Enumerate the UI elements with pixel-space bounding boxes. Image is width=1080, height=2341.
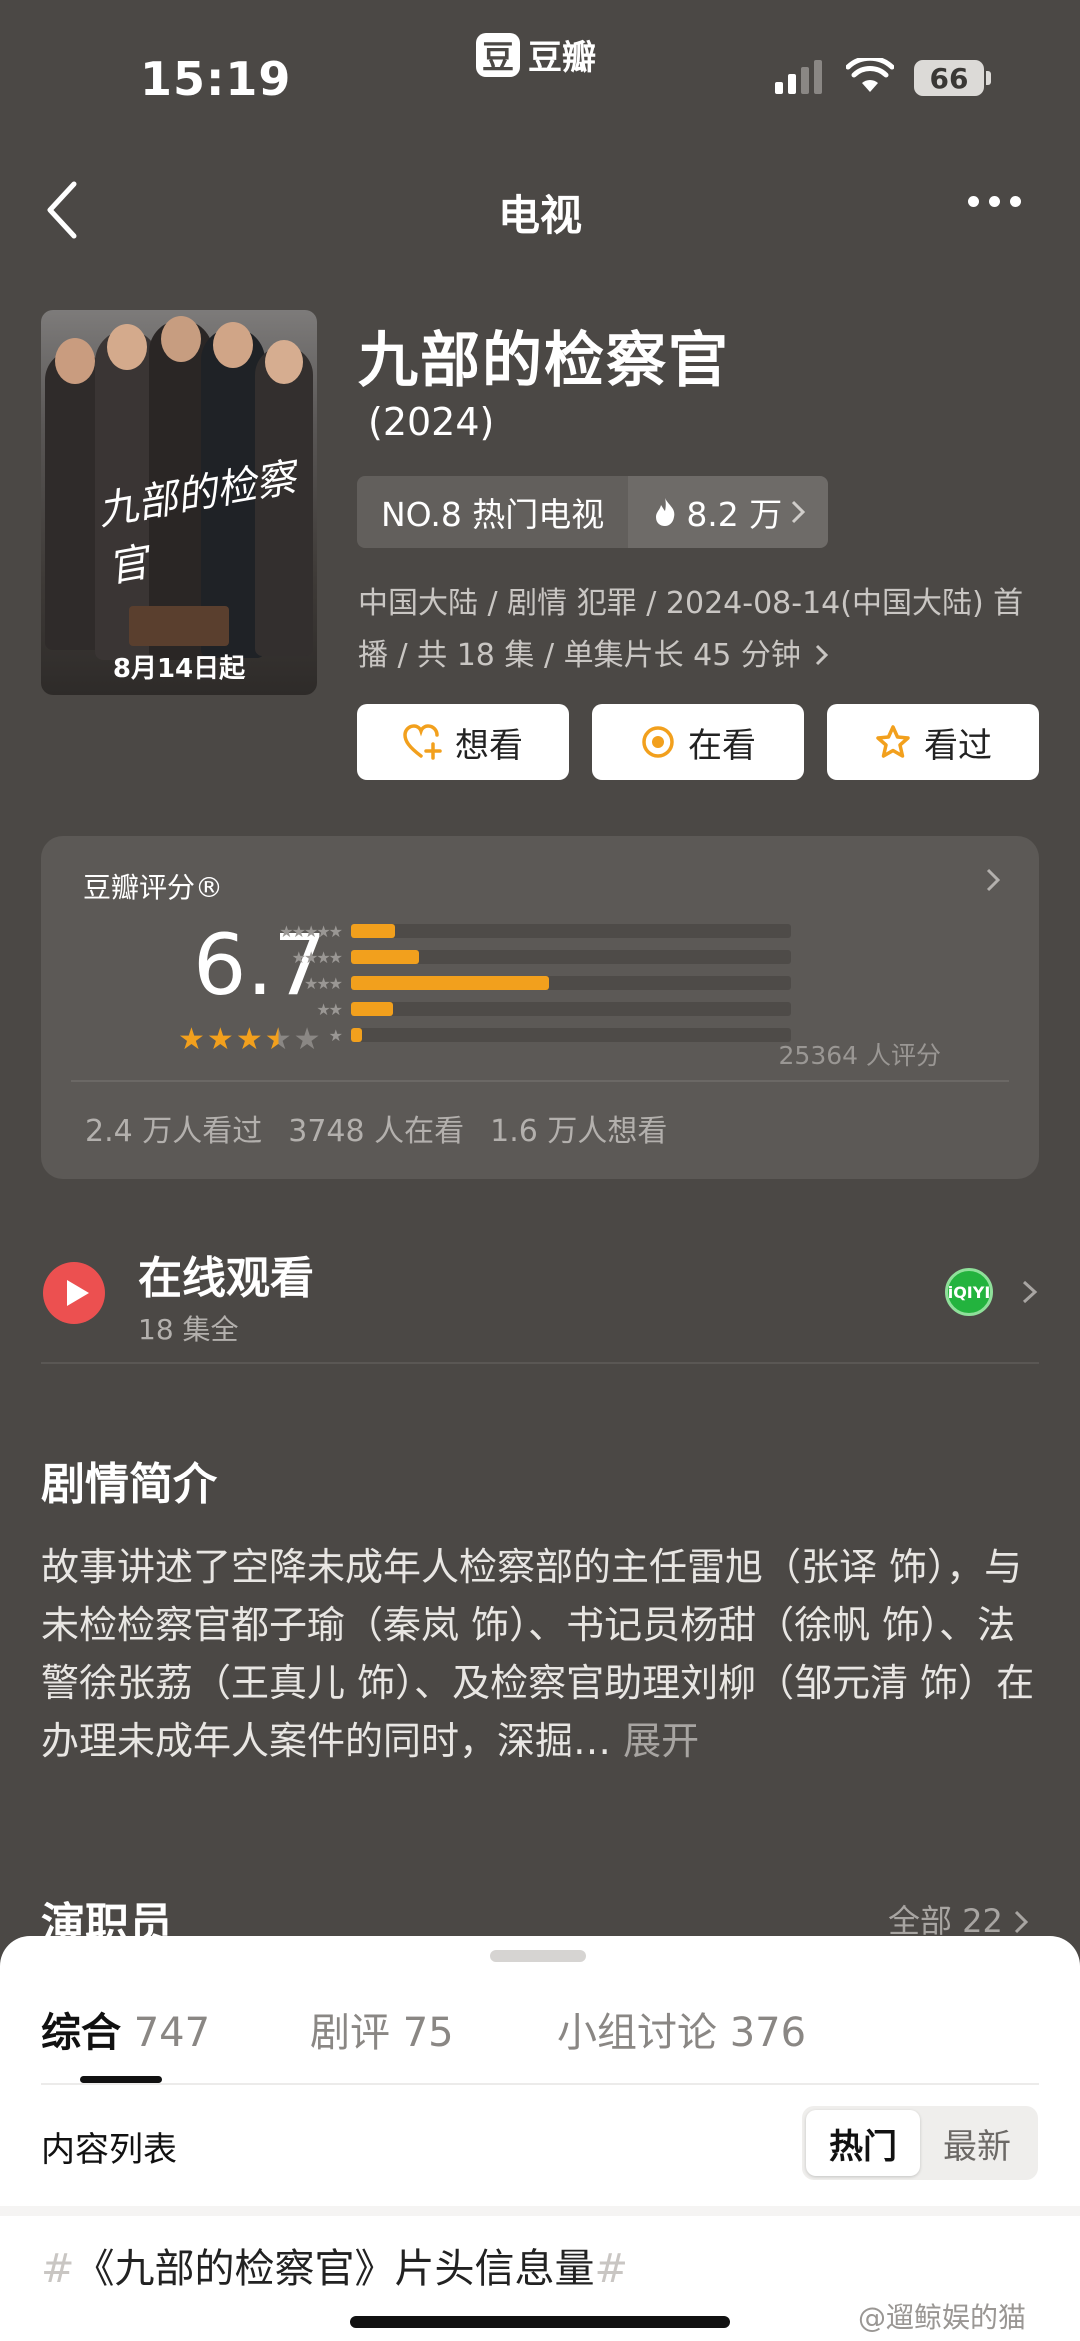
sheet-handle[interactable] bbox=[490, 1950, 586, 1962]
rating-bar-fill bbox=[351, 1002, 393, 1016]
poster-image[interactable]: 九部的检察官 8月14日起 bbox=[41, 310, 317, 695]
iqiyi-logo-icon[interactable]: iQIYI bbox=[945, 1268, 993, 1316]
rating-bar-track bbox=[351, 1002, 791, 1016]
sheet-divider bbox=[41, 2083, 1039, 2085]
rating-bar-fill bbox=[351, 1028, 362, 1042]
rank-badge[interactable]: NO.8 热门电视 8.2 万 bbox=[357, 476, 829, 548]
tab-group-discussion[interactable]: 小组讨论 376 bbox=[557, 2000, 806, 2058]
synopsis-title: 剧情简介 bbox=[41, 1459, 217, 1510]
rating-bar-stars-icon: ★ bbox=[328, 1025, 343, 1045]
cellular-signal-icon bbox=[775, 60, 822, 94]
expand-link[interactable]: 展开 bbox=[623, 1719, 699, 1763]
rating-bar-stars-icon: ★★★ bbox=[303, 973, 343, 993]
want-button[interactable]: 想看 bbox=[357, 704, 569, 780]
rating-total: 25364 人评分 bbox=[778, 1041, 941, 1070]
watched-count[interactable]: 2.4 万人看过 bbox=[85, 1106, 262, 1150]
more-options-icon[interactable] bbox=[968, 196, 1021, 207]
app-badge: 豆 豆瓣 bbox=[476, 30, 596, 79]
rating-bar-track bbox=[351, 1028, 791, 1042]
section-divider bbox=[41, 1362, 1039, 1364]
chevron-right-icon bbox=[816, 644, 829, 666]
rating-bar-fill bbox=[351, 950, 419, 964]
chevron-right-icon bbox=[1015, 1910, 1029, 1934]
app-name: 豆瓣 bbox=[528, 38, 596, 78]
watermark: @遛鲸娱的猫 bbox=[858, 2301, 1027, 2334]
rating-bar-stars-icon: ★★★★★ bbox=[279, 921, 343, 941]
sort-new-button[interactable]: 最新 bbox=[920, 2110, 1034, 2176]
rating-bar-fill bbox=[351, 924, 395, 938]
heat-indicator: 8.2 万 bbox=[628, 476, 829, 548]
target-icon bbox=[642, 726, 674, 758]
sort-toggle: 热门 最新 bbox=[802, 2106, 1038, 2180]
rating-bar-track bbox=[351, 976, 791, 990]
rating-bar-fill bbox=[351, 976, 549, 990]
status-time: 15:19 bbox=[140, 52, 292, 106]
rating-bar-stars-icon: ★★ bbox=[316, 999, 343, 1019]
watching-count[interactable]: 3748 人在看 bbox=[288, 1106, 464, 1150]
episode-count: 18 集全 bbox=[138, 1313, 239, 1346]
tab-reviews[interactable]: 剧评 75 bbox=[310, 2000, 454, 2058]
watched-button[interactable]: 看过 bbox=[827, 704, 1039, 780]
wifi-icon bbox=[846, 58, 894, 92]
battery-tip bbox=[986, 71, 991, 85]
play-icon[interactable] bbox=[43, 1262, 105, 1324]
douban-logo-icon: 豆 bbox=[476, 32, 520, 77]
chevron-right-icon bbox=[792, 500, 806, 524]
show-year: (2024) bbox=[368, 400, 495, 444]
bottom-sheet: 综合 747 剧评 75 小组讨论 376 内容列表 热门 最新 #《九部的检察… bbox=[0, 1936, 1080, 2341]
tab-overview[interactable]: 综合 747 bbox=[41, 2000, 210, 2058]
chevron-right-icon[interactable] bbox=[1020, 1276, 1040, 1308]
sheet-separator-band bbox=[0, 2206, 1080, 2216]
poster-date: 8月14日起 bbox=[112, 654, 246, 684]
sort-hot-button[interactable]: 热门 bbox=[806, 2110, 920, 2176]
rating-bar-track bbox=[351, 950, 791, 964]
rating-bar-stars-icon: ★★★★ bbox=[291, 947, 343, 967]
online-watch-title[interactable]: 在线观看 bbox=[138, 1242, 314, 1306]
star-outline-icon bbox=[876, 725, 910, 758]
heat-value: 8.2 万 bbox=[686, 495, 783, 534]
watching-button[interactable]: 在看 bbox=[592, 704, 804, 780]
rating-divider bbox=[71, 1080, 1009, 1082]
synopsis-body: 故事讲述了空降未成年人检察部的主任雷旭（张译 饰），与未检检察官都子瑜（秦岚 饰… bbox=[41, 1545, 1035, 1763]
active-tab-indicator bbox=[80, 2076, 162, 2083]
rating-card[interactable]: 豆瓣评分® 6.7 ★ ★ ★ ★ ★ ★★★★★ ★★★★ ★★★ ★★ ★ 25364 人评… bbox=[41, 836, 1039, 1179]
nav-title: 电视 bbox=[497, 191, 582, 240]
home-indicator[interactable] bbox=[350, 2316, 730, 2328]
post-title[interactable]: #《九部的检察官》片头信息量# bbox=[41, 2236, 628, 2294]
show-meta[interactable]: 中国大陆 / 剧情 犯罪 / 2024-08-14(中国大陆) 首播 / 共 1… bbox=[358, 578, 1038, 682]
content-list-label: 内容列表 bbox=[41, 2130, 177, 2170]
show-title: 九部的检察官 bbox=[358, 326, 730, 396]
rating-stats: 2.4 万人看过 3748 人在看 1.6 万人想看 bbox=[85, 1106, 667, 1150]
rating-bar-track bbox=[351, 924, 791, 938]
heart-plus-icon bbox=[403, 724, 442, 760]
battery-icon: 66 bbox=[914, 60, 984, 96]
wanted-count[interactable]: 1.6 万人想看 bbox=[490, 1106, 667, 1150]
rank-label: NO.8 热门电视 bbox=[357, 476, 629, 548]
fire-icon bbox=[656, 498, 675, 526]
